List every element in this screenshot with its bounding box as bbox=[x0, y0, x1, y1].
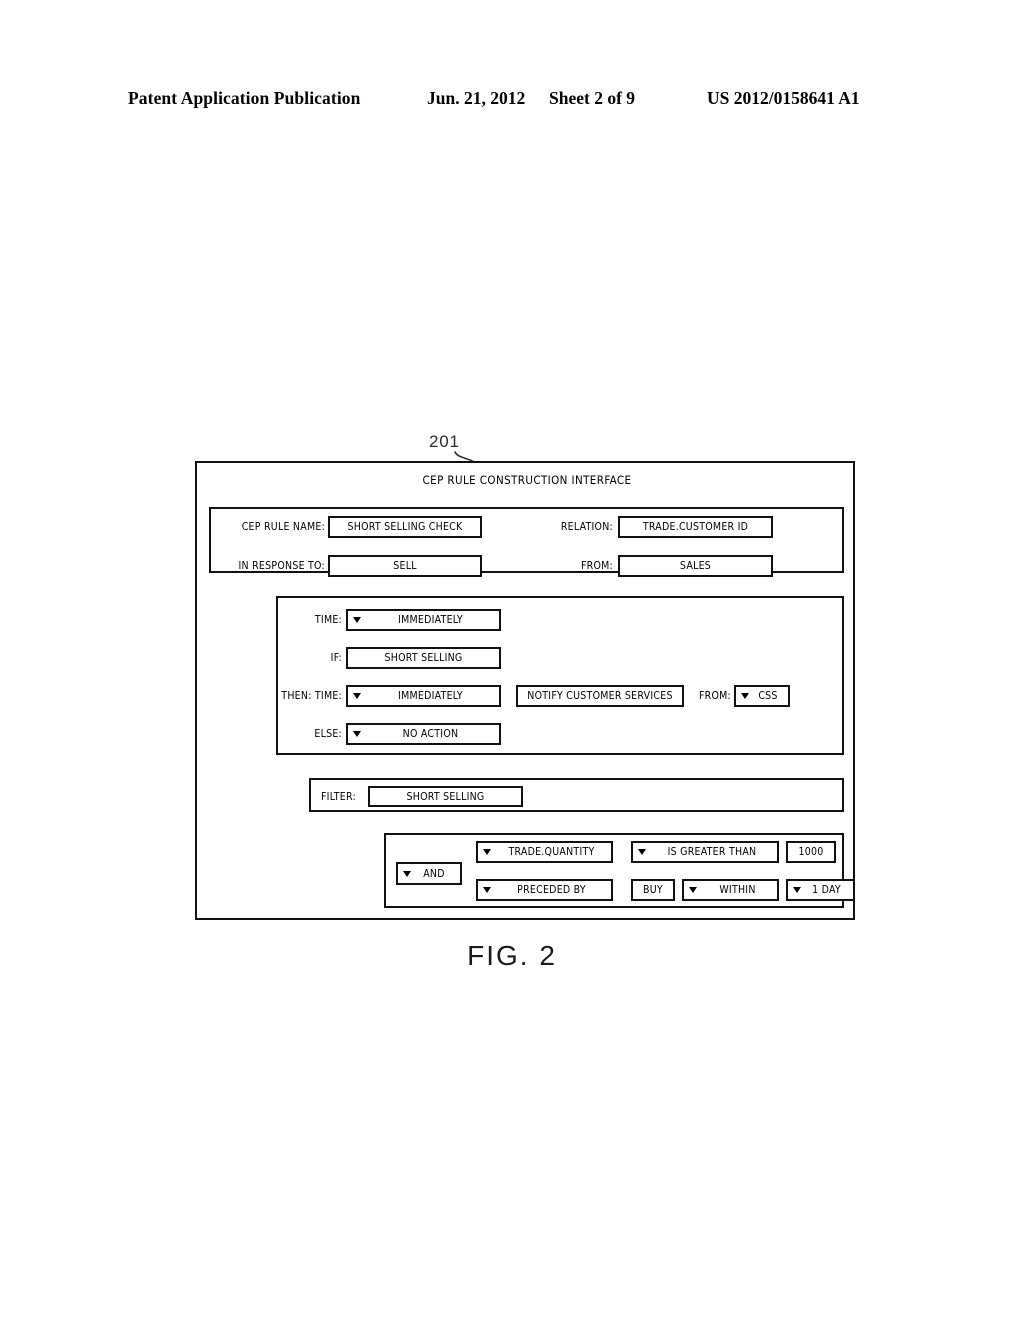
cep-rule-construction-interface-window: CEP RULE CONSTRUCTION INTERFACE CEP RULE… bbox=[195, 461, 855, 920]
action-from-select[interactable]: CSS bbox=[734, 685, 790, 707]
source-from-input[interactable]: SALES bbox=[618, 555, 773, 577]
time-select[interactable]: IMMEDIATELY bbox=[346, 609, 501, 631]
conjunction-select[interactable]: AND bbox=[396, 862, 462, 885]
in-response-to-label: IN RESPONSE TO: bbox=[238, 560, 325, 572]
rule-name-label: CEP RULE NAME: bbox=[241, 521, 325, 533]
chevron-down-icon bbox=[483, 887, 491, 893]
else-select[interactable]: NO ACTION bbox=[346, 723, 501, 745]
condition-row2-operand-select[interactable]: 1 DAY bbox=[786, 879, 855, 901]
condition-row1-field-value: TRADE.QUANTITY bbox=[508, 846, 595, 858]
condition-row1-operand-input[interactable]: 1000 bbox=[786, 841, 836, 863]
callout-201: 201 bbox=[429, 432, 460, 451]
condition-row2-operator-value: WITHIN bbox=[719, 884, 756, 896]
condition-row2-operator-select[interactable]: WITHIN bbox=[682, 879, 779, 901]
filter-input[interactable]: SHORT SELLING bbox=[368, 786, 523, 807]
condition-row1-operator-value: IS GREATER THAN bbox=[667, 846, 757, 858]
chevron-down-icon bbox=[638, 849, 646, 855]
relation-label: RELATION: bbox=[560, 521, 613, 533]
condition-row2-operand-value: 1 DAY bbox=[812, 884, 841, 896]
if-condition-input[interactable]: SHORT SELLING bbox=[346, 647, 501, 669]
chevron-down-icon bbox=[353, 693, 361, 699]
if-label: IF: bbox=[330, 652, 342, 664]
chevron-down-icon bbox=[483, 849, 491, 855]
then-time-select-value: IMMEDIATELY bbox=[398, 690, 463, 702]
figure-2: 201 202 203 204 205 206 207 208 209 210 … bbox=[0, 0, 1024, 1320]
source-from-label: FROM: bbox=[580, 560, 613, 572]
figure-caption: FIG. 2 bbox=[467, 940, 557, 971]
action-from-select-value: CSS bbox=[758, 690, 778, 702]
rule-name-input[interactable]: SHORT SELLING CHECK bbox=[328, 516, 482, 538]
filter-label: FILTER: bbox=[321, 790, 356, 803]
time-label: TIME: bbox=[314, 614, 342, 626]
time-select-value: IMMEDIATELY bbox=[398, 614, 463, 626]
relation-input[interactable]: TRADE.CUSTOMER ID bbox=[618, 516, 773, 538]
chevron-down-icon bbox=[793, 887, 801, 893]
chevron-down-icon bbox=[741, 693, 749, 699]
condition-row2-field-select[interactable]: PRECEDED BY bbox=[476, 879, 613, 901]
in-response-to-input[interactable]: SELL bbox=[328, 555, 482, 577]
then-time-label: THEN: TIME: bbox=[281, 690, 342, 702]
then-time-select[interactable]: IMMEDIATELY bbox=[346, 685, 501, 707]
then-action-input[interactable]: NOTIFY CUSTOMER SERVICES bbox=[516, 685, 684, 707]
else-select-value: NO ACTION bbox=[402, 728, 459, 740]
chevron-down-icon bbox=[353, 731, 361, 737]
else-label: ELSE: bbox=[314, 728, 342, 740]
condition-row2-event-input[interactable]: BUY bbox=[631, 879, 675, 901]
chevron-down-icon bbox=[353, 617, 361, 623]
condition-row1-operator-select[interactable]: IS GREATER THAN bbox=[631, 841, 779, 863]
filter-panel: FILTER: SHORT SELLING bbox=[309, 778, 844, 812]
condition-row2-field-value: PRECEDED BY bbox=[517, 884, 586, 896]
chevron-down-icon bbox=[403, 870, 411, 877]
condition-row1-field-select[interactable]: TRADE.QUANTITY bbox=[476, 841, 613, 863]
action-from-label: FROM: bbox=[698, 690, 731, 702]
rule-header-panel: CEP RULE NAME: SHORT SELLING CHECK RELAT… bbox=[209, 507, 844, 577]
chevron-down-icon bbox=[689, 887, 697, 893]
conjunction-select-value: AND bbox=[423, 867, 445, 880]
interface-title: CEP RULE CONSTRUCTION INTERFACE bbox=[422, 473, 632, 487]
rule-body-panel: TIME: IMMEDIATELY IF: SHORT SELLING THEN… bbox=[276, 596, 844, 755]
condition-builder-panel: AND TRADE.QUANTITY IS GREATER THAN 1000 … bbox=[384, 833, 855, 908]
